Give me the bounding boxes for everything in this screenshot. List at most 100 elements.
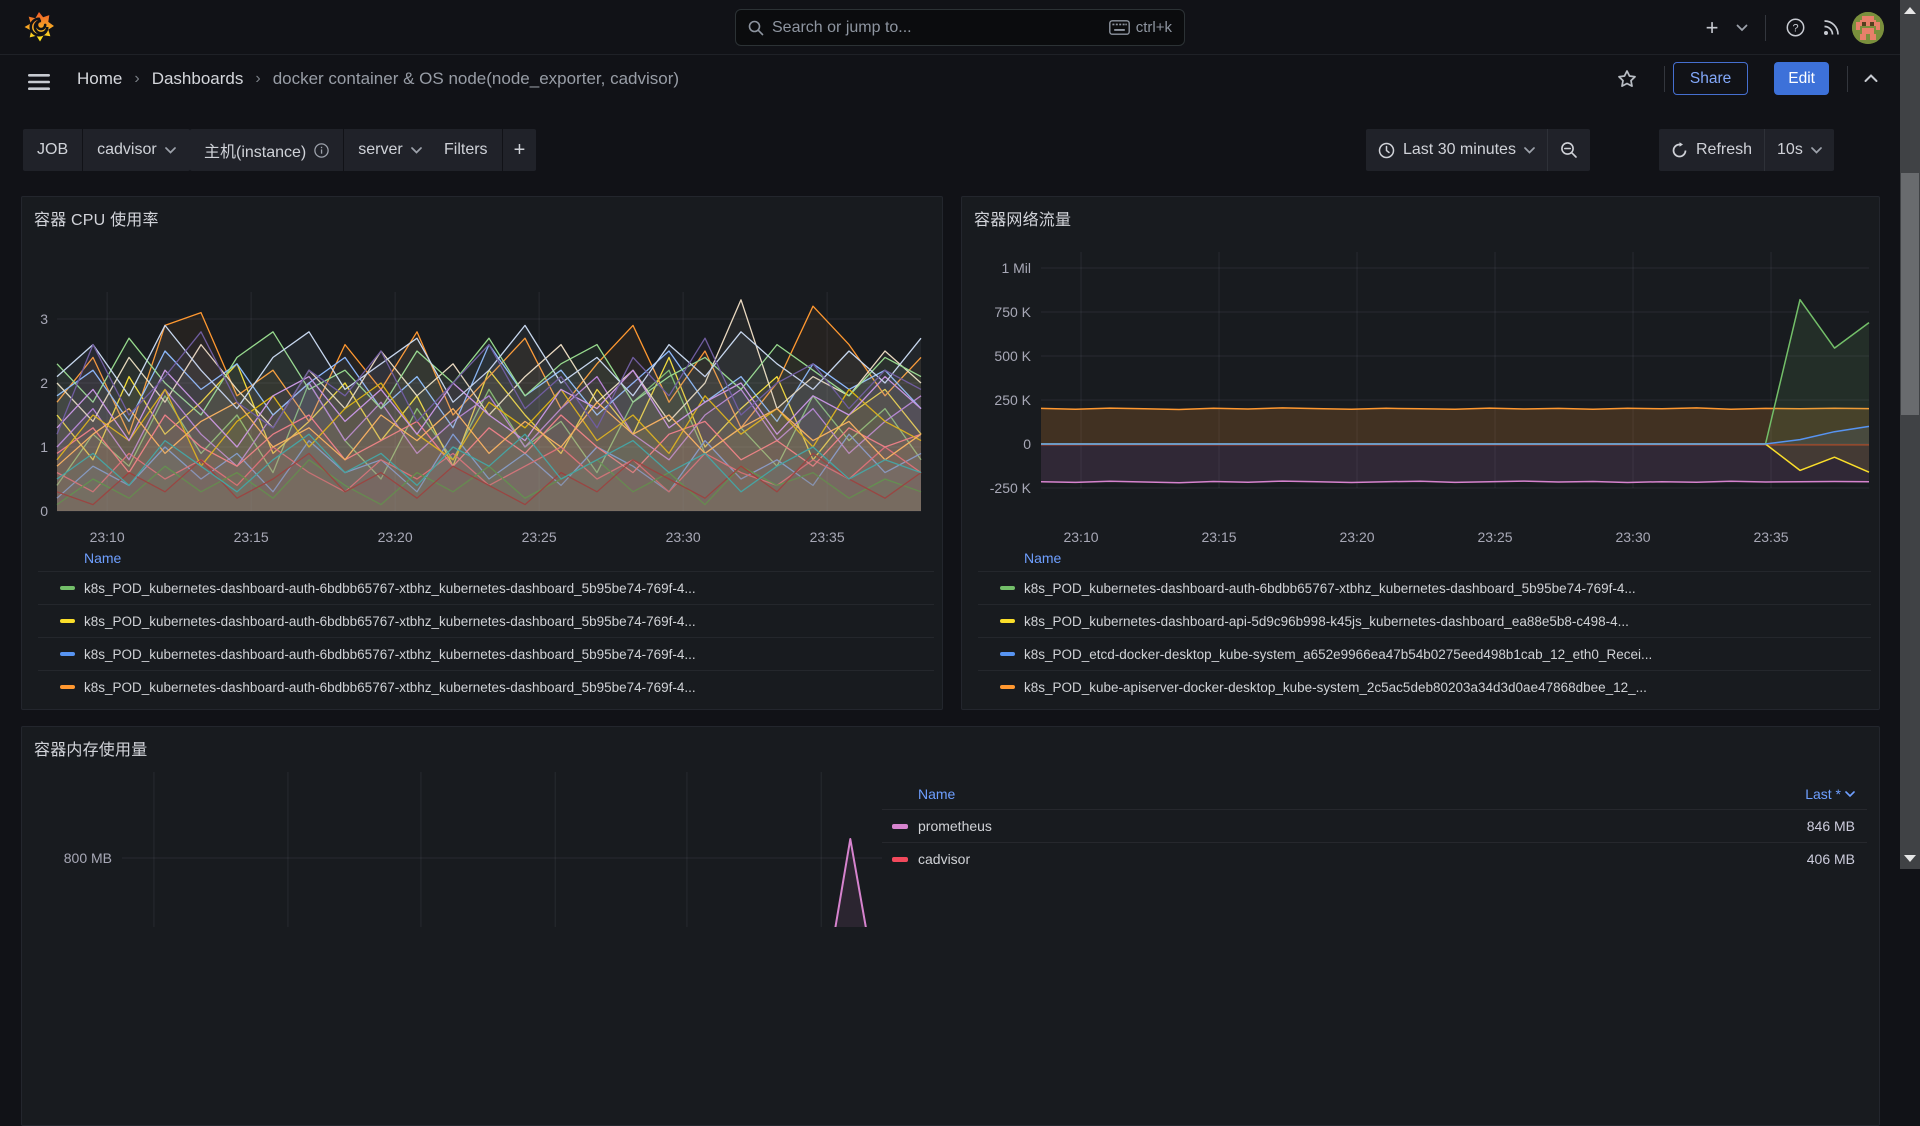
breadcrumb-home[interactable]: Home (77, 69, 122, 89)
breadcrumb-current-dashboard: docker container & OS node(node_exporter… (272, 68, 680, 88)
legend-item[interactable]: k8s_POD_kubernetes-dashboard-auth-6bdbb6… (38, 604, 934, 637)
user-avatar[interactable] (1852, 11, 1884, 44)
refresh-label: Refresh (1696, 141, 1753, 158)
search-input[interactable] (772, 18, 1101, 37)
svg-text:1: 1 (40, 439, 48, 455)
memory-table-header: Name Last * (882, 779, 1867, 809)
time-picker-group: Last 30 minutes (1366, 129, 1590, 171)
table-row[interactable]: prometheus 846 MB (882, 809, 1867, 842)
svg-text:250 K: 250 K (994, 392, 1031, 408)
series-name: prometheus (918, 818, 992, 834)
series-label: k8s_POD_kubernetes-dashboard-auth-6bdbb6… (84, 580, 696, 596)
interval-label: 10s (1777, 141, 1803, 158)
svg-text:23:15: 23:15 (234, 529, 269, 545)
breadcrumb-dashboards[interactable]: Dashboards (152, 69, 244, 89)
variable-instance-value[interactable]: server (344, 129, 436, 171)
shortcut-label: ctrl+k (1135, 19, 1172, 36)
chevron-down-icon (1810, 146, 1822, 154)
scroll-down-arrow-icon[interactable] (1904, 855, 1916, 862)
svg-text:23:30: 23:30 (1615, 529, 1650, 545)
zoom-out-icon[interactable] (1548, 129, 1590, 171)
scrollbar-thumb[interactable] (1901, 173, 1919, 415)
memory-legend-table: Name Last * prometheus 846 MB cadvisor 406 … (882, 779, 1867, 875)
series-color-dash (60, 619, 75, 623)
svg-text:0: 0 (40, 503, 48, 519)
svg-text:750 K: 750 K (994, 304, 1031, 320)
name-column-header[interactable]: Name (882, 786, 955, 802)
network-legend-rows: k8s_POD_kubernetes-dashboard-auth-6bdbb6… (978, 571, 1871, 703)
last-column-header[interactable]: Last * (1805, 786, 1867, 802)
create-chevron-down-icon[interactable] (1733, 13, 1751, 43)
svg-text:1 Mil: 1 Mil (1001, 260, 1031, 276)
legend-item[interactable]: k8s_POD_kubernetes-dashboard-auth-6bdbb6… (978, 571, 1871, 604)
cpu-legend-rows: k8s_POD_kubernetes-dashboard-auth-6bdbb6… (38, 571, 934, 703)
global-search[interactable]: ctrl+k (735, 9, 1185, 46)
chevron-down-icon (410, 146, 422, 154)
series-color-dash (60, 652, 75, 656)
legend-item[interactable]: k8s_POD_kubernetes-dashboard-auth-6bdbb6… (38, 637, 934, 670)
edit-button[interactable]: Edit (1774, 62, 1829, 95)
search-shortcut: ctrl+k (1108, 19, 1172, 36)
search-icon (748, 20, 764, 35)
series-label: k8s_POD_kubernetes-dashboard-auth-6bdbb6… (84, 613, 696, 629)
divider (1847, 65, 1848, 92)
legend-name-header[interactable]: Name (38, 545, 934, 571)
grafana-app: ctrl+k + ? (0, 0, 1900, 1126)
series-color-dash (1000, 685, 1015, 689)
legend-item[interactable]: k8s_POD_kubernetes-dashboard-auth-6bdbb6… (38, 670, 934, 703)
svg-text:23:10: 23:10 (90, 529, 125, 545)
help-icon[interactable]: ? (1780, 13, 1810, 43)
chevron-down-icon (164, 146, 176, 154)
variable-instance-label: 主机(instance) (190, 129, 344, 171)
menu-hamburger-icon[interactable] (24, 67, 54, 97)
series-color-dash (892, 823, 908, 829)
legend-item[interactable]: k8s_POD_etcd-docker-desktop_kube-system_… (978, 637, 1871, 670)
series-label: k8s_POD_etcd-docker-desktop_kube-system_… (1024, 646, 1653, 662)
memory-table-rows: prometheus 846 MB cadvisor 406 MB (882, 809, 1867, 875)
star-icon[interactable] (1612, 64, 1642, 94)
refresh-interval-picker[interactable]: 10s (1765, 129, 1834, 171)
chevron-down-icon (1524, 146, 1535, 154)
scroll-up-arrow-icon[interactable] (1904, 7, 1916, 14)
series-color-dash (1000, 619, 1015, 623)
breadcrumb-separator: › (134, 69, 140, 87)
svg-text:23:20: 23:20 (378, 529, 413, 545)
svg-text:-250 K: -250 K (990, 480, 1032, 496)
table-row[interactable]: cadvisor 406 MB (882, 842, 1867, 875)
sort-chevron-down-icon (1845, 790, 1855, 797)
legend-item[interactable]: k8s_POD_kube-apiserver-docker-desktop_ku… (978, 670, 1871, 703)
scrollbar[interactable] (1900, 0, 1920, 869)
refresh-button[interactable]: Refresh (1659, 129, 1764, 171)
network-legend: Name k8s_POD_kubernetes-dashboard-auth-6… (978, 545, 1871, 703)
time-range-picker[interactable]: Last 30 minutes (1366, 129, 1547, 171)
breadcrumb: Home › Dashboards › docker container & O… (77, 56, 679, 101)
adhoc-filters: Filters + (430, 129, 537, 171)
variable-job-value[interactable]: cadvisor (83, 129, 190, 171)
news-rss-icon[interactable] (1816, 13, 1846, 43)
svg-text:2: 2 (40, 375, 48, 391)
legend-item[interactable]: k8s_POD_kubernetes-dashboard-auth-6bdbb6… (38, 571, 934, 604)
share-button[interactable]: Share (1672, 62, 1749, 95)
create-button[interactable]: + (1697, 13, 1727, 43)
legend-name-header[interactable]: Name (978, 545, 1871, 571)
keyboard-icon (1108, 20, 1130, 35)
legend-item[interactable]: k8s_POD_kubernetes-dashboard-api-5d9c96b… (978, 604, 1871, 637)
grafana-logo[interactable] (22, 11, 56, 45)
add-filter-button[interactable]: + (502, 129, 537, 171)
collapse-chevron-up-icon[interactable] (1856, 64, 1886, 94)
breadcrumb-row: Home › Dashboards › docker container & O… (0, 56, 1900, 101)
variable-job-label: JOB (23, 129, 83, 171)
series-label: k8s_POD_kubernetes-dashboard-auth-6bdbb6… (84, 646, 696, 662)
panel-container-cpu: 容器 CPU 使用率 0 1 2 3 23:10 23:15 23:20 23:25 23:30… (21, 196, 943, 710)
svg-text:3: 3 (40, 311, 48, 327)
svg-text:0: 0 (1023, 436, 1031, 452)
avatar-pixel-art (1852, 11, 1884, 44)
svg-text:?: ? (1792, 22, 1798, 34)
series-label: k8s_POD_kubernetes-dashboard-auth-6bdbb6… (1024, 580, 1636, 596)
series-color-dash (892, 856, 908, 862)
breadcrumb-separator: › (255, 69, 261, 87)
svg-text:800 MB: 800 MB (64, 850, 112, 866)
svg-text:23:10: 23:10 (1063, 529, 1098, 545)
series-label: k8s_POD_kube-apiserver-docker-desktop_ku… (1024, 679, 1647, 695)
divider (1663, 65, 1665, 92)
